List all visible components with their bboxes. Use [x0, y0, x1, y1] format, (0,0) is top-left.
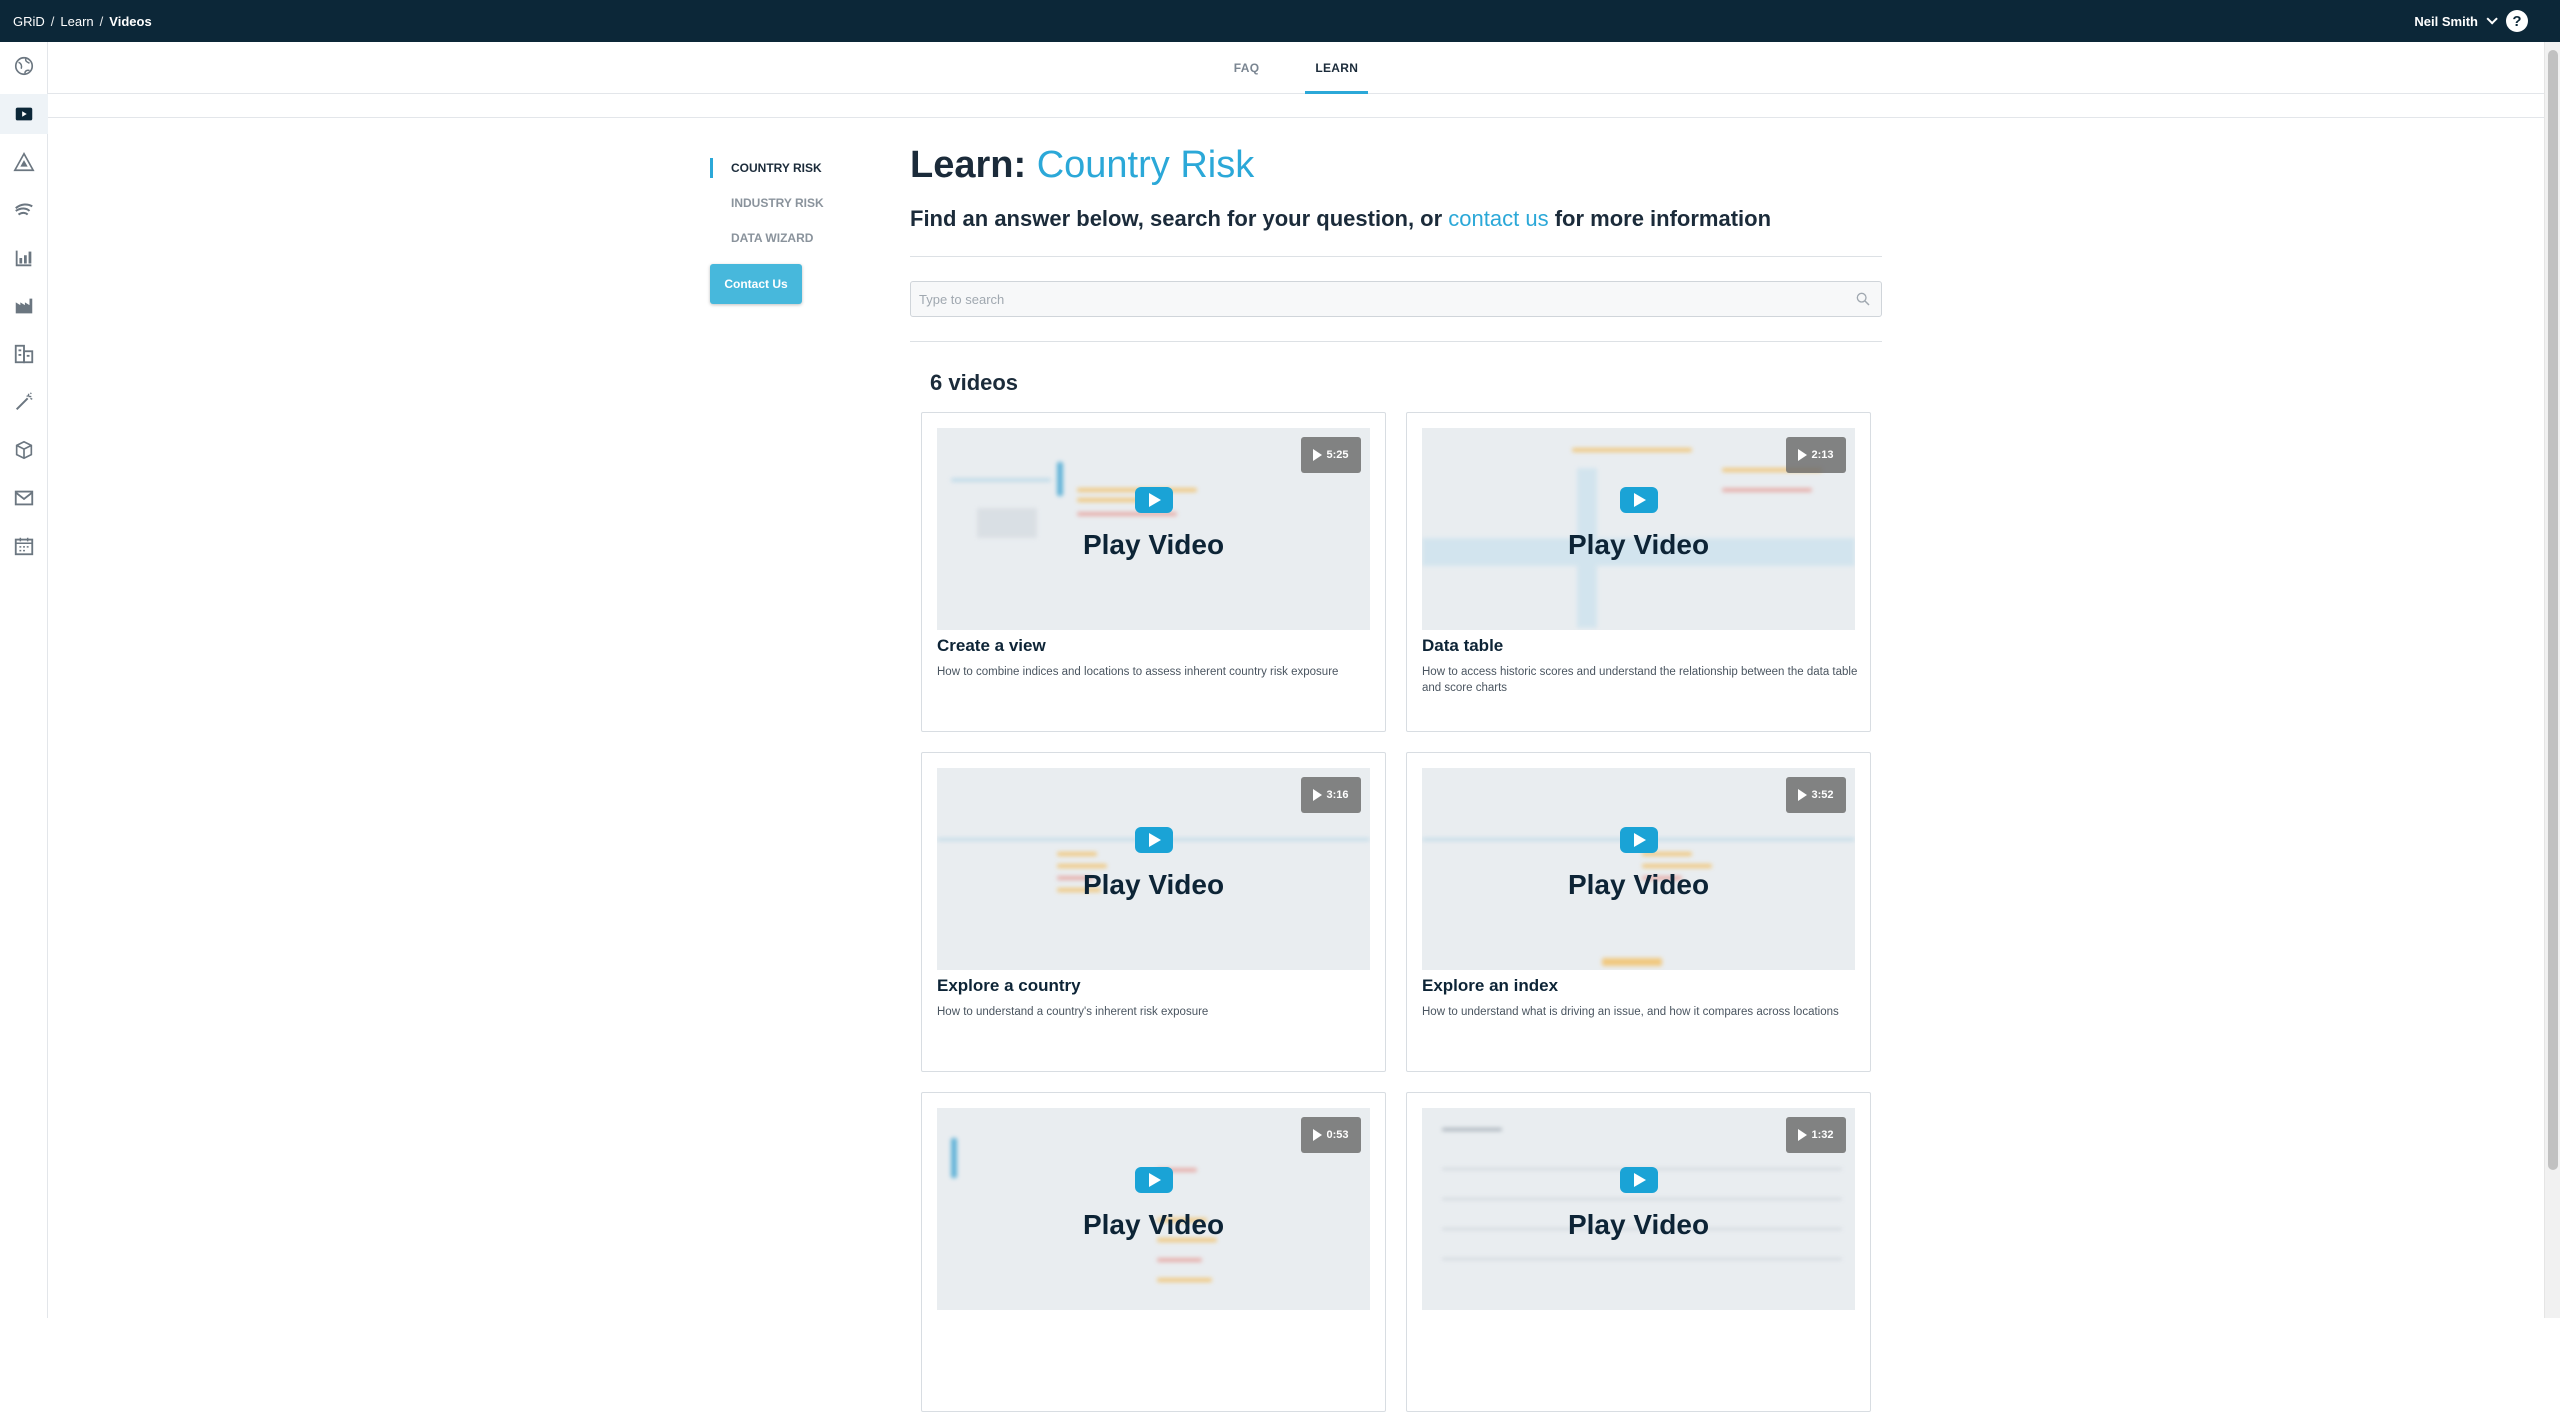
divider	[910, 256, 1882, 257]
calendar-icon[interactable]	[0, 526, 48, 566]
sub-bar	[48, 94, 2544, 118]
breadcrumb: GRiD / Learn / Videos	[13, 14, 152, 29]
page-title: Learn: Country Risk	[910, 140, 1882, 190]
left-rail	[0, 42, 48, 1318]
video-card[interactable]: Play Video 0:53	[921, 1092, 1386, 1412]
sidenav-item-data-wizard[interactable]: DATA WIZARD	[710, 226, 860, 261]
video-count: 6 videos	[930, 370, 1019, 395]
video-title[interactable]: Explore an index	[1422, 976, 1558, 996]
sidenav-item-industry-risk[interactable]: INDUSTRY RISK	[710, 191, 860, 226]
buildings-icon[interactable]	[0, 334, 48, 374]
play-icon[interactable]	[1619, 487, 1658, 513]
duration-badge: 0:53	[1301, 1117, 1361, 1153]
video-card[interactable]: Play Video 3:16 Explore a country How to…	[921, 752, 1386, 1072]
tab-bar: FAQ LEARN	[48, 42, 2544, 94]
duration-text: 5:25	[1326, 449, 1349, 461]
play-icon[interactable]	[1134, 1167, 1173, 1193]
video-thumbnail[interactable]: Play Video 0:53	[937, 1108, 1370, 1310]
play-icon[interactable]	[1134, 487, 1173, 513]
video-card[interactable]: Play Video 5:25 Create a view How to com…	[921, 412, 1386, 732]
video-title[interactable]: Data table	[1422, 636, 1503, 656]
play-triangle-icon	[1798, 789, 1808, 801]
top-bar: GRiD / Learn / Videos Neil Smith ?	[0, 0, 2560, 42]
scrollbar[interactable]	[2544, 42, 2560, 1318]
duration-badge: 2:13	[1786, 437, 1846, 473]
play-video-label: Play Video	[1567, 529, 1710, 560]
video-description: How to understand a country's inherent r…	[937, 1006, 1209, 1018]
side-nav: COUNTRY RISK INDUSTRY RISK DATA WIZARD C…	[710, 156, 860, 304]
duration-text: 0:53	[1326, 1129, 1349, 1141]
duration-text: 2:13	[1811, 449, 1834, 461]
play-triangle-icon	[1313, 1129, 1323, 1141]
page-subtitle: Find an answer below, search for your qu…	[910, 204, 1882, 234]
play-video-label: Play Video	[1567, 869, 1710, 900]
user-name: Neil Smith	[2414, 13, 2478, 29]
page-title-highlight: Country Risk	[1036, 144, 1255, 186]
video-card[interactable]: Play Video 1:32	[1406, 1092, 1871, 1412]
video-icon[interactable]	[0, 94, 48, 134]
play-icon[interactable]	[1134, 827, 1173, 853]
breadcrumb-videos: Videos	[109, 13, 152, 29]
play-triangle-icon	[1798, 1129, 1808, 1141]
factory-icon[interactable]	[0, 286, 48, 326]
video-description: How to understand what is driving an iss…	[1422, 1006, 1839, 1018]
play-video-label: Play Video	[1082, 1209, 1225, 1240]
play-triangle-icon	[1313, 789, 1323, 801]
search-box	[910, 281, 1882, 317]
play-video-label: Play Video	[1567, 1209, 1710, 1240]
breadcrumb-separator: /	[50, 13, 55, 29]
boxes-icon[interactable]	[0, 430, 48, 470]
video-description: How to access historic scores and unders…	[1422, 666, 1858, 694]
subtitle-before: Find an answer below, search for your qu…	[910, 206, 1443, 231]
contact-us-link[interactable]: contact us	[1448, 206, 1548, 231]
video-thumbnail[interactable]: Play Video 2:13	[1422, 428, 1855, 630]
wand-icon[interactable]	[0, 382, 48, 422]
divider	[910, 341, 1882, 342]
play-icon[interactable]	[1619, 827, 1658, 853]
warning-triangle-icon[interactable]	[0, 142, 48, 182]
play-video-label: Play Video	[1082, 529, 1225, 560]
contact-us-button[interactable]: Contact Us	[710, 264, 802, 304]
tab-learn[interactable]: LEARN	[1305, 42, 1369, 94]
search-icon[interactable]	[1855, 291, 1871, 312]
video-thumbnail[interactable]: Play Video 3:16	[937, 768, 1370, 970]
video-card[interactable]: Play Video 2:13 Data table How to access…	[1406, 412, 1871, 732]
globe-icon[interactable]	[0, 46, 48, 86]
play-triangle-icon	[1798, 449, 1808, 461]
chevron-down-icon	[2486, 13, 2498, 25]
help-icon[interactable]: ?	[2506, 10, 2528, 32]
duration-badge: 3:16	[1301, 777, 1361, 813]
tab-faq[interactable]: FAQ	[1224, 42, 1270, 94]
duration-badge: 1:32	[1786, 1117, 1846, 1153]
main-content: Learn: Country Risk Find an answer below…	[910, 140, 1882, 1412]
duration-badge: 5:25	[1301, 437, 1361, 473]
video-title[interactable]: Explore a country	[937, 976, 1081, 996]
subtitle-after: for more information	[1554, 206, 1772, 231]
play-video-label: Play Video	[1082, 869, 1225, 900]
user-menu[interactable]: Neil Smith	[2414, 0, 2498, 42]
page-title-prefix: Learn:	[910, 144, 1027, 186]
sidenav-item-country-risk[interactable]: COUNTRY RISK	[710, 156, 860, 191]
mail-icon[interactable]	[0, 478, 48, 518]
breadcrumb-learn[interactable]: Learn	[60, 14, 93, 29]
risk-fan-icon[interactable]	[0, 190, 48, 230]
video-title[interactable]: Create a view	[937, 636, 1046, 656]
chart-building-icon[interactable]	[0, 238, 48, 278]
search-input[interactable]	[919, 291, 1819, 307]
video-thumbnail[interactable]: Play Video 1:32	[1422, 1108, 1855, 1310]
video-thumbnail[interactable]: Play Video 5:25	[937, 428, 1370, 630]
breadcrumb-separator: /	[99, 13, 104, 29]
play-triangle-icon	[1313, 449, 1323, 461]
duration-text: 3:16	[1326, 789, 1349, 801]
duration-badge: 3:52	[1786, 777, 1846, 813]
scrollbar-thumb[interactable]	[2548, 50, 2558, 1170]
video-card[interactable]: Play Video 3:52 Explore an index How to …	[1406, 752, 1871, 1072]
play-icon[interactable]	[1619, 1167, 1658, 1193]
duration-text: 3:52	[1811, 789, 1834, 801]
duration-text: 1:32	[1811, 1129, 1834, 1141]
video-thumbnail[interactable]: Play Video 3:52	[1422, 768, 1855, 970]
breadcrumb-grid[interactable]: GRiD	[13, 14, 45, 29]
video-description: How to combine indices and locations to …	[937, 666, 1339, 678]
